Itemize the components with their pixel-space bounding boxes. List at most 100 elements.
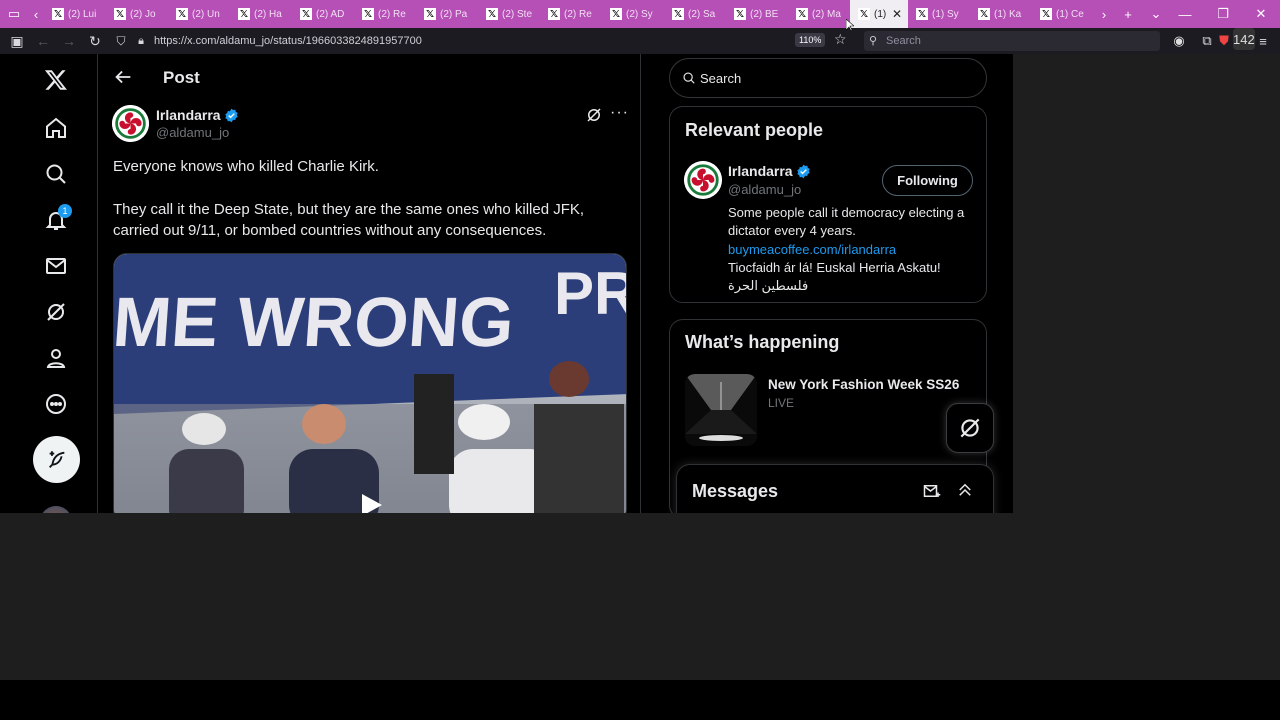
relevant-person-avatar[interactable] <box>684 161 722 199</box>
post-body: Everyone knows who killed Charlie Kirk. … <box>113 156 628 263</box>
x-favicon-icon: 𝕏 <box>916 8 928 20</box>
search-input[interactable]: Search <box>669 58 987 98</box>
ublock-icon[interactable]: ⛊ 142 <box>1219 28 1255 52</box>
new-tab-icon[interactable]: + <box>1114 0 1142 28</box>
video-banner-text: ME WRONG <box>114 283 516 361</box>
relevant-person-bio: Some people call it democracy electing a… <box>728 204 973 295</box>
author-name[interactable]: Irlandarra <box>156 107 239 123</box>
relevant-person-handle[interactable]: @aldamu_jo <box>728 182 801 197</box>
browser-tab[interactable]: 𝕏 (2) BE <box>726 0 788 28</box>
forward-nav-icon[interactable]: → <box>56 28 82 54</box>
bio-line: فلسطين الحرة <box>728 278 809 294</box>
zoom-indicator[interactable]: 110% <box>795 33 826 47</box>
notifications-bell-icon[interactable]: 1 <box>38 202 74 238</box>
back-nav-icon[interactable]: ← <box>30 28 56 54</box>
browser-tab[interactable]: 𝕏 (2) Ste <box>478 0 540 28</box>
browser-tab[interactable]: 𝕏 (2) Sy <box>602 0 664 28</box>
new-message-icon[interactable] <box>923 482 941 500</box>
trend-title[interactable]: New York Fashion Week SS26 <box>768 377 959 392</box>
author-avatar[interactable] <box>112 105 149 142</box>
search-icon <box>683 72 695 84</box>
play-icon[interactable] <box>362 494 382 513</box>
browser-tab[interactable]: 𝕏 (2) Lui <box>44 0 106 28</box>
browser-tab[interactable]: 𝕏 (2) Re <box>354 0 416 28</box>
back-arrow-icon[interactable] <box>112 66 134 88</box>
tab-label: (2) AD <box>316 8 345 20</box>
x-favicon-icon: 𝕏 <box>176 8 188 20</box>
home-icon[interactable] <box>38 110 74 146</box>
search-placeholder: Search <box>700 70 742 86</box>
shield-icon[interactable]: ⛉ <box>108 28 134 54</box>
profile-person-icon[interactable] <box>38 340 74 376</box>
video-thumbnail: ME WRONG PR <box>114 254 626 513</box>
tab-strip: 𝕏 (2) Lui 𝕏 (2) Jo 𝕏 (2) Un 𝕏 (2) Ha 𝕏 (2) AD 𝕏 (2)… <box>44 0 1094 28</box>
x-logo-icon[interactable] <box>38 62 74 98</box>
expand-chevrons-icon[interactable] <box>956 481 974 499</box>
browser-tab[interactable]: 𝕏 (1) Ce <box>1032 0 1094 28</box>
relevant-people-title: Relevant people <box>685 120 824 140</box>
tab-label: (1) Ka <box>994 8 1022 20</box>
more-circle-icon[interactable] <box>38 386 74 422</box>
browser-tab[interactable]: 𝕏 (1) Sy <box>908 0 970 28</box>
browser-tab[interactable]: 𝕏 (2) Pa <box>416 0 478 28</box>
browser-tab[interactable]: 𝕏 (2) Ma <box>788 0 850 28</box>
browser-tab[interactable]: 𝕏 (2) Re <box>540 0 602 28</box>
grok-explain-icon[interactable] <box>585 106 603 124</box>
browser-search-placeholder: Search <box>886 35 921 47</box>
tab-label: (1) <box>874 8 887 20</box>
more-options-icon[interactable]: ··· <box>610 104 629 122</box>
sidebar-toggle-icon[interactable]: ▣ <box>4 28 30 54</box>
post-paragraph: Everyone knows who killed Charlie Kirk. <box>113 158 379 175</box>
x-favicon-icon: 𝕏 <box>796 8 808 20</box>
url-field[interactable]: https://x.com/aldamu_jo/status/196603382… <box>154 35 794 47</box>
browser-tab[interactable]: 𝕏 (2) Ha <box>230 0 292 28</box>
browser-tab[interactable]: 𝕏 (2) Sa <box>664 0 726 28</box>
bio-link[interactable]: buymeacoffee.com/irlandarra <box>728 241 973 259</box>
close-tab-icon[interactable]: ✕ <box>892 7 902 21</box>
author-handle[interactable]: @aldamu_jo <box>156 125 229 140</box>
following-button[interactable]: Following <box>882 165 973 196</box>
verified-badge-icon[interactable] <box>796 164 811 179</box>
relevant-person-name[interactable]: Irlandarra <box>728 163 811 179</box>
x-favicon-icon: 𝕏 <box>978 8 990 20</box>
close-window-icon[interactable]: ✕ <box>1242 0 1280 28</box>
tab-label: (2) Sa <box>688 8 716 20</box>
window-controls: — ❐ ✕ <box>1166 0 1280 28</box>
x-favicon-icon: 𝕏 <box>362 8 374 20</box>
bio-line: Some people call it democracy electing a… <box>728 205 965 239</box>
messages-drawer[interactable]: Messages <box>676 464 994 513</box>
extensions-icon[interactable]: ⧉ <box>1196 30 1218 52</box>
messages-envelope-icon[interactable] <box>38 248 74 284</box>
minimize-icon[interactable]: — <box>1166 0 1204 28</box>
menu-icon[interactable]: ≡ <box>1252 30 1274 52</box>
grok-icon[interactable] <box>38 294 74 330</box>
account-avatar[interactable] <box>40 506 72 513</box>
reload-icon[interactable]: ↻ <box>82 28 108 54</box>
explore-search-icon[interactable] <box>38 156 74 192</box>
browser-tab[interactable]: 𝕏 (2) AD <box>292 0 354 28</box>
web-viewport: 1 Post Irlandarra @aldamu_jo ··· Everyon… <box>0 54 1013 513</box>
browser-tab[interactable]: 𝕏 (2) Un <box>168 0 230 28</box>
browser-tab[interactable]: 𝕏 (2) Jo <box>106 0 168 28</box>
empty-area-right <box>1013 54 1280 513</box>
page-title: Post <box>163 68 200 87</box>
browser-tab[interactable]: 𝕏 (1) Ka <box>970 0 1032 28</box>
browser-search-input[interactable]: ⚲ Search <box>864 31 1160 51</box>
x-favicon-icon: 𝕏 <box>858 8 870 20</box>
grok-floating-button[interactable] <box>946 403 994 453</box>
account-icon[interactable]: ◉ <box>1168 30 1190 52</box>
trend-image[interactable] <box>685 374 757 446</box>
tab-scroll-right-icon[interactable]: › <box>1094 0 1114 28</box>
tab-scroll-left-icon[interactable]: ‹ <box>28 0 44 28</box>
video-player[interactable]: ME WRONG PR <box>113 253 627 513</box>
toolbar-right: ◉ ⧉ ⛊ 142 ≡ <box>1168 28 1274 54</box>
verified-badge-icon[interactable] <box>224 108 239 123</box>
post-paragraph: They call it the Deep State, but they ar… <box>113 201 585 239</box>
bookmark-star-icon[interactable]: ☆ <box>834 31 847 48</box>
x-favicon-icon: 𝕏 <box>238 8 250 20</box>
browser-tab-active[interactable]: 𝕏 (1) ✕ <box>850 0 908 28</box>
compose-post-button[interactable] <box>33 436 80 483</box>
lock-icon: 🔒︎ <box>138 34 144 47</box>
restore-icon[interactable]: ❐ <box>1204 0 1242 28</box>
tab-overview-icon[interactable]: ▭ <box>0 0 28 28</box>
